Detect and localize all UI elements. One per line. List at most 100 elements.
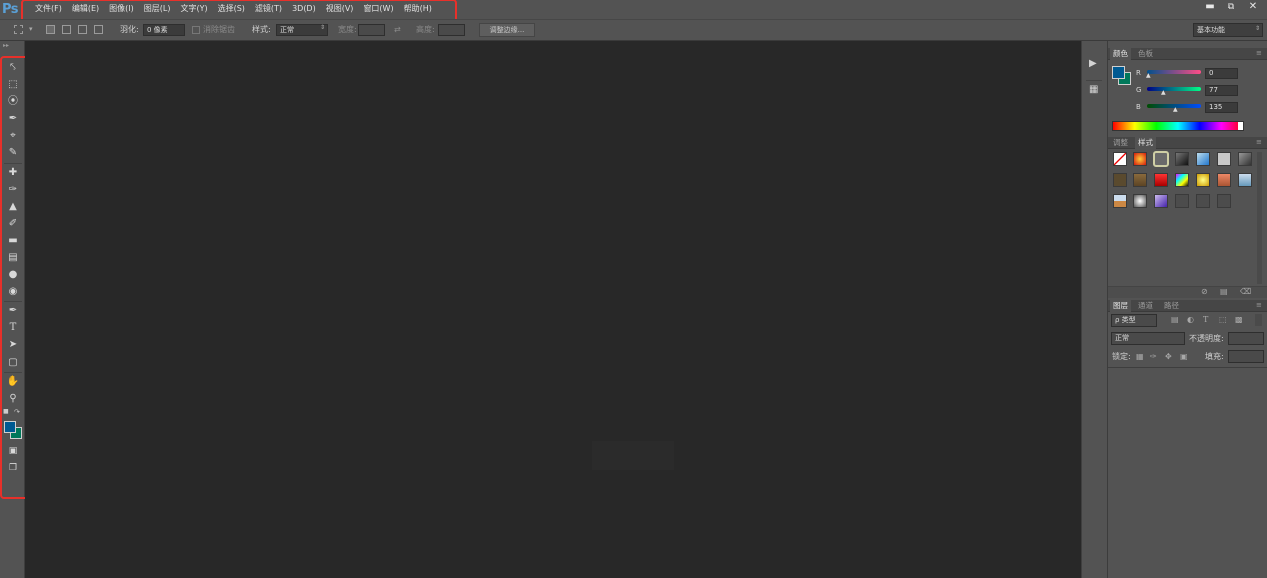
channel-g-value[interactable]: 77	[1205, 85, 1238, 96]
white-ramp-chip[interactable]	[1238, 122, 1243, 130]
layers-panel-tabs: 图层 通道 路径	[1108, 300, 1267, 312]
document-canvas-area[interactable]	[25, 41, 1081, 578]
style-swatch[interactable]	[1217, 173, 1231, 187]
lock-transparency-icon[interactable]: ▦	[1136, 352, 1144, 361]
collapse-toolbar-icon[interactable]: ▸▸	[3, 42, 9, 49]
tab-color[interactable]: 颜色	[1110, 48, 1131, 60]
lock-all-icon[interactable]: ▣	[1180, 352, 1188, 361]
swap-dimensions-icon[interactable]: ⇄	[394, 24, 401, 36]
style-swatch[interactable]	[1196, 152, 1210, 166]
tab-paths[interactable]: 路径	[1161, 300, 1182, 312]
tab-swatches[interactable]: 色板	[1135, 48, 1156, 60]
filter-toggle[interactable]	[1255, 314, 1262, 326]
filter-adjustment-icon[interactable]: ◐	[1187, 315, 1194, 324]
tab-channels[interactable]: 通道	[1135, 300, 1156, 312]
channel-r-thumb[interactable]: ▲	[1146, 72, 1151, 79]
channel-g-thumb[interactable]: ▲	[1161, 89, 1166, 96]
subtract-selection-icon[interactable]	[78, 25, 87, 34]
styles-scrollbar[interactable]	[1257, 152, 1262, 284]
style-swatch[interactable]	[1154, 173, 1168, 187]
height-label: 高度:	[416, 25, 435, 34]
width-label: 宽度:	[338, 25, 357, 34]
opacity-input[interactable]	[1228, 332, 1264, 345]
style-dropdown-icon: ⇕	[320, 24, 326, 31]
layer-filter-value: ρ 类型	[1115, 316, 1136, 324]
fill-label: 填充:	[1205, 352, 1224, 361]
filter-type-icon[interactable]: T	[1203, 315, 1208, 324]
layer-filter-select[interactable]: ρ 类型	[1111, 314, 1157, 327]
intersect-selection-icon[interactable]	[94, 25, 103, 34]
tool-preset-icon[interactable]	[14, 25, 23, 34]
feather-input[interactable]: 0 像素	[143, 24, 185, 36]
styles-panel-menu-icon[interactable]: ≡	[1256, 138, 1262, 146]
filter-smart-object-icon[interactable]: ▩	[1235, 315, 1243, 324]
restore-icon[interactable]: ⧉	[1220, 0, 1242, 15]
delete-style-icon[interactable]: ⌫	[1240, 287, 1251, 296]
style-swatch[interactable]	[1175, 194, 1189, 208]
channel-b-thumb[interactable]: ▲	[1173, 106, 1178, 113]
dock-divider	[1086, 80, 1102, 81]
style-swatch[interactable]	[1113, 194, 1127, 208]
antialias-label: 消除锯齿	[203, 25, 235, 34]
tab-adjustments[interactable]: 调整	[1110, 137, 1131, 149]
new-selection-icon[interactable]	[46, 25, 55, 34]
style-swatch[interactable]	[1196, 173, 1210, 187]
style-swatch[interactable]	[1154, 194, 1168, 208]
antialias-checkbox[interactable]	[192, 26, 200, 34]
channel-r-label: R	[1136, 69, 1141, 77]
channel-r-slider[interactable]	[1147, 70, 1201, 74]
canvas-artifact	[592, 441, 674, 470]
minimize-icon[interactable]: ▬	[1199, 0, 1221, 15]
style-swatch[interactable]	[1196, 194, 1210, 208]
width-input[interactable]	[358, 24, 385, 36]
clear-style-icon[interactable]: ⊘	[1201, 287, 1208, 296]
style-swatch[interactable]	[1133, 152, 1147, 166]
workspace-select[interactable]: 基本功能	[1193, 23, 1263, 37]
new-style-icon[interactable]: ▤	[1220, 287, 1228, 296]
add-selection-icon[interactable]	[62, 25, 71, 34]
style-swatch[interactable]	[1175, 173, 1189, 187]
style-swatch[interactable]	[1217, 194, 1231, 208]
style-swatch[interactable]	[1133, 173, 1147, 187]
color-panel-menu-icon[interactable]: ≡	[1256, 49, 1262, 57]
layers-list[interactable]	[1108, 368, 1267, 578]
preset-dropdown-icon[interactable]: ▾	[29, 25, 33, 33]
style-swatch[interactable]	[1238, 173, 1252, 187]
style-swatch[interactable]	[1217, 152, 1231, 166]
style-swatch[interactable]	[1238, 152, 1252, 166]
channel-g-slider[interactable]	[1147, 87, 1201, 91]
lock-label: 锁定:	[1112, 352, 1131, 361]
fill-input[interactable]	[1228, 350, 1264, 363]
channel-b-value[interactable]: 135	[1205, 102, 1238, 113]
opacity-label: 不透明度:	[1189, 334, 1224, 343]
style-label: 样式:	[252, 25, 271, 34]
channel-g-label: G	[1136, 86, 1142, 94]
photoshop-logo: Ps	[2, 2, 19, 17]
tab-styles[interactable]: 样式	[1135, 137, 1156, 149]
style-swatch-selected[interactable]	[1153, 151, 1169, 167]
style-none-swatch[interactable]	[1113, 152, 1127, 166]
blend-mode-select[interactable]: 正常	[1111, 332, 1185, 345]
channel-b-label: B	[1136, 103, 1141, 111]
filter-pixel-icon[interactable]: ▤	[1171, 315, 1179, 324]
style-swatch[interactable]	[1133, 194, 1147, 208]
lock-position-icon[interactable]: ✥	[1165, 352, 1172, 361]
close-icon[interactable]: ✕	[1242, 0, 1264, 15]
panel-foreground-swatch[interactable]	[1112, 66, 1125, 79]
tab-layers[interactable]: 图层	[1110, 300, 1131, 312]
channel-r-value[interactable]: 0	[1205, 68, 1238, 79]
feather-label: 羽化:	[120, 25, 139, 34]
style-select-value: 正常	[280, 26, 294, 34]
style-swatch[interactable]	[1175, 152, 1189, 166]
properties-panel-icon[interactable]: ▦	[1089, 84, 1098, 95]
color-spectrum-ramp[interactable]	[1112, 121, 1244, 131]
style-swatch[interactable]	[1113, 173, 1127, 187]
layers-panel-menu-icon[interactable]: ≡	[1256, 301, 1262, 309]
workspace-value: 基本功能	[1197, 26, 1225, 34]
height-input[interactable]	[438, 24, 465, 36]
collapsed-panel-dock	[1081, 41, 1107, 578]
lock-image-icon[interactable]: ✑	[1150, 352, 1157, 361]
refine-edge-button[interactable]: 调整边缘...	[479, 23, 535, 37]
play-action-icon[interactable]: ▶	[1089, 58, 1097, 69]
filter-shape-icon[interactable]: ⬚	[1219, 315, 1227, 324]
